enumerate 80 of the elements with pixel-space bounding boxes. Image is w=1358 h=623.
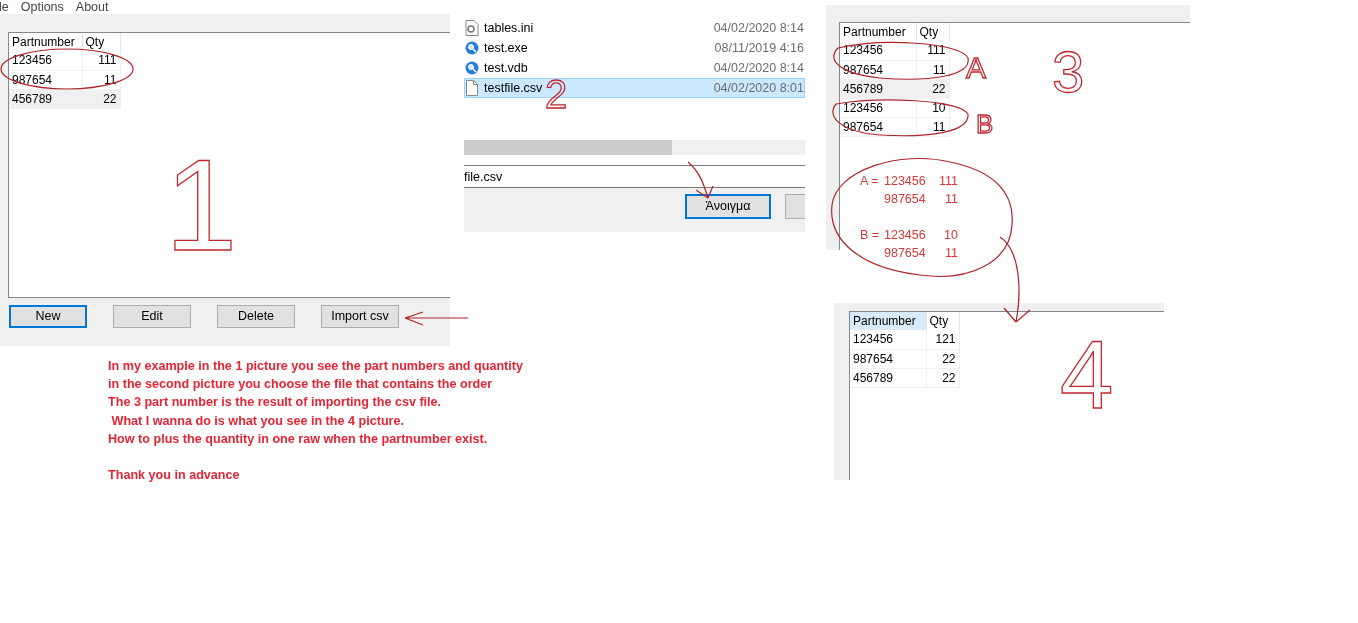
table-cell: 22 — [82, 89, 120, 108]
table-cell: 22 — [916, 79, 949, 98]
column-header[interactable]: Qty — [82, 33, 120, 51]
file-name: test.exe — [484, 39, 528, 57]
note-part-number: 123456 — [884, 227, 927, 244]
button[interactable] — [785, 194, 805, 219]
file-name: tables.ini — [484, 19, 534, 37]
table-row[interactable]: 987654 11 — [840, 60, 949, 79]
file-name: testfile.csv — [484, 79, 543, 97]
table-row[interactable]: 987654 22 — [850, 349, 959, 368]
table-cell: 111 — [82, 51, 120, 70]
file-date: 08/11/2019 4:16 — [714, 39, 804, 57]
menu-item[interactable]: le — [0, 0, 9, 17]
table-row[interactable]: 123456 111 — [840, 41, 949, 60]
table-cell: 22 — [926, 368, 959, 387]
button[interactable]: Άνοιγμα — [685, 194, 771, 219]
table-row[interactable]: 123456 10 — [840, 98, 949, 117]
note-label: B = — [860, 227, 881, 244]
table-row[interactable]: 987654 11 — [840, 117, 949, 136]
message-line: How to plus the quantity in one raw when the partnumber exist. — [108, 430, 489, 448]
table-row[interactable]: 456789 22 — [850, 368, 959, 387]
column-header[interactable]: Partnumber — [9, 33, 82, 51]
column-header[interactable]: Qty — [926, 312, 959, 330]
arrow-annotation — [687, 161, 714, 199]
handwritten-number: 3 — [1052, 39, 1085, 104]
file-name-field[interactable]: file.csv — [464, 165, 805, 188]
table-cell: 987654 — [850, 349, 926, 368]
file-date: 04/02/2020 8:14 — [713, 19, 804, 37]
column-header[interactable]: Qty — [916, 23, 949, 41]
table-cell: 121 — [926, 330, 959, 349]
table-row[interactable]: 123456 111 — [9, 51, 120, 70]
note-quantity: 111 — [938, 173, 958, 190]
table-cell: 22 — [926, 349, 959, 368]
note-quantity: 11 — [944, 191, 958, 208]
file-row[interactable]: test.exe 08/11/2019 4:16 — [464, 38, 805, 58]
menu-item[interactable]: About — [75, 0, 109, 17]
note-quantity: 11 — [944, 245, 958, 262]
button[interactable]: Edit — [113, 305, 191, 328]
file-row[interactable]: tables.ini 04/02/2020 8:14 — [464, 18, 805, 38]
note-part-number: 987654 — [884, 191, 927, 208]
message-line: Thank you in advance — [108, 467, 241, 485]
table-cell: 987654 — [9, 70, 82, 89]
table-cell: 10 — [916, 98, 949, 117]
file-date: 04/02/2020 8:14 — [713, 59, 804, 77]
file-icon — [466, 80, 478, 96]
note-part-number: 987654 — [884, 245, 927, 262]
button[interactable]: New — [9, 305, 87, 328]
table-cell: 987654 — [840, 60, 916, 79]
message-line: The 3 part number is the result of importing the csv file. — [108, 394, 443, 412]
file-name: test.vdb — [484, 59, 528, 77]
column-header[interactable]: Partnumber — [840, 23, 916, 41]
table-cell: 11 — [916, 60, 949, 79]
table-cell: 456789 — [840, 79, 916, 98]
arrow-annotation — [404, 311, 469, 326]
table-row[interactable]: 123456 121 — [850, 330, 959, 349]
note-label: A = — [860, 173, 880, 190]
note-quantity: 10 — [943, 227, 958, 244]
message-line: What I wanna do is what you see in the 4 picture. — [110, 412, 405, 430]
handwritten-number: 1 — [165, 132, 238, 278]
button[interactable]: Import csv — [321, 305, 399, 328]
file-date: 04/02/2020 8:01 — [713, 79, 804, 97]
table-cell: 11 — [916, 117, 949, 136]
table-cell: 123456 — [840, 98, 916, 117]
table-cell: 456789 — [850, 368, 926, 387]
menu-item[interactable]: Options — [20, 0, 64, 17]
table-cell: 456789 — [9, 89, 82, 108]
table-cell: 123456 — [850, 330, 926, 349]
handwritten-letter: B — [976, 109, 994, 139]
table-cell: 123456 — [9, 51, 82, 70]
note-part-number: 123456 — [884, 173, 927, 190]
scrollbar[interactable] — [464, 140, 805, 155]
table-cell: 987654 — [840, 117, 916, 136]
button[interactable]: Delete — [217, 305, 295, 328]
table-cell: 123456 — [840, 41, 916, 60]
handwritten-number: 4 — [1060, 321, 1114, 428]
table-cell: 111 — [916, 41, 949, 60]
message-line: in the second picture you choose the file that contains the order — [108, 376, 494, 394]
handwritten-letter: A — [966, 51, 986, 84]
column-header[interactable]: Partnumber — [850, 312, 926, 330]
message-line: In my example in the 1 picture you see the part numbers and quantity — [108, 358, 523, 375]
